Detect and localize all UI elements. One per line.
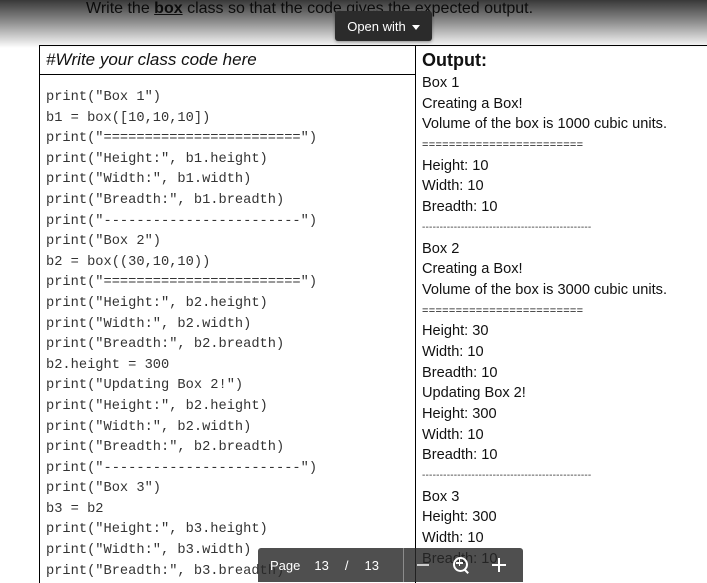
output-line: Breadth: 10	[422, 364, 498, 381]
caret-down-icon	[411, 24, 420, 30]
code-line: b2.height = 300	[46, 357, 170, 373]
zoom-out-icon	[416, 564, 429, 566]
zoom-in-button[interactable]	[480, 548, 518, 582]
code-panel-header: #Write your class code here	[40, 46, 415, 75]
document-page: #Write your class code here print("Box 1…	[39, 45, 707, 583]
zoom-out-button[interactable]	[404, 548, 442, 582]
code-line: print("Width:", b1.width)	[46, 172, 252, 188]
code-line: print("Height:", b1.height)	[46, 151, 268, 167]
output-line: Width: 10	[422, 530, 484, 547]
output-panel-header: Output:	[422, 50, 487, 70]
code-line: print("------------------------")	[46, 460, 318, 476]
output-line: Volume of the box is 3000 cubic units.	[422, 281, 668, 298]
code-line: print("Box 3")	[46, 481, 161, 497]
output-panel: Output: Box 1 Creating a Box! Volume of th…	[416, 46, 707, 583]
output-line: ========================	[422, 304, 584, 317]
code-line: print("Updating Box 2!")	[46, 378, 244, 394]
zoom-in-icon	[452, 556, 470, 574]
code-line: print("Height:", b3.height)	[46, 522, 268, 538]
plus-icon	[491, 558, 506, 572]
code-line: print("Height:", b2.height)	[46, 398, 268, 414]
output-line: Updating Box 2!	[422, 385, 526, 402]
total-pages: 13	[364, 557, 379, 573]
open-with-label: Open with	[347, 18, 406, 34]
output-line: Width: 10	[422, 178, 484, 195]
code-line: print("Box 1")	[46, 90, 161, 105]
output-line: Width: 10	[422, 426, 484, 443]
output-line: Breadth: 10	[422, 447, 498, 464]
output-line: Creating a Box!	[422, 261, 523, 278]
code-line: print("------------------------")	[46, 213, 318, 229]
output-line: Height: 300	[422, 509, 497, 526]
output-line: Creating a Box!	[422, 95, 523, 112]
current-page[interactable]: 13	[314, 558, 328, 573]
code-line: print("Height:", b2.height)	[46, 295, 268, 311]
open-with-button[interactable]: Open with	[335, 11, 432, 41]
output-line: ----------------------------------------…	[422, 221, 592, 233]
output-lines: Box 1 Creating a Box! Volume of the box is…	[422, 73, 667, 570]
code-line: print("Breadth:", b2.breadth)	[46, 440, 285, 456]
instruction-text: Write the box class so that the code giv…	[86, 0, 533, 18]
code-line: print("Breadth:", b1.breadth)	[46, 192, 285, 208]
output-line: Volume of the box is 1000 cubic units.	[422, 116, 668, 133]
instruction-keyword: box	[154, 0, 183, 17]
code-lines: print("Box 1") b1 = box([10,10,10]) print(…	[46, 88, 317, 582]
output-line: Width: 10	[422, 343, 484, 360]
code-line: print("Breadth:", b2.breadth)	[46, 337, 285, 353]
code-line: print("========================")	[46, 131, 318, 147]
code-line: print("Width:", b2.width)	[46, 316, 252, 332]
output-line: Height: 10	[422, 157, 489, 174]
output-line: Height: 30	[422, 323, 489, 340]
instruction-before: Write the	[86, 0, 155, 17]
code-line: print("Width:", b2.width)	[46, 419, 252, 435]
output-line: Box 1	[422, 75, 460, 91]
output-line: ----------------------------------------…	[422, 470, 592, 482]
code-panel: #Write your class code here print("Box 1…	[40, 46, 415, 583]
zoom-button[interactable]	[442, 548, 480, 582]
output-line: Height: 300	[422, 406, 497, 422]
code-line: b2 = box((30,10,10))	[46, 254, 211, 270]
code-line: print("========================")	[46, 275, 318, 291]
output-line: Breadth: 10	[422, 199, 498, 216]
output-line: ========================	[422, 139, 584, 152]
page-toolbar: Page 13 / 13	[258, 548, 523, 582]
page-separator: /	[344, 557, 349, 573]
code-line: print("Box 2")	[46, 234, 161, 250]
code-line: b1 = box([10,10,10])	[46, 110, 211, 126]
output-line: Box 3	[422, 488, 460, 505]
page-label: Page	[270, 557, 301, 573]
output-line: Box 2	[422, 240, 460, 257]
code-line: b3 = b2	[46, 501, 104, 517]
